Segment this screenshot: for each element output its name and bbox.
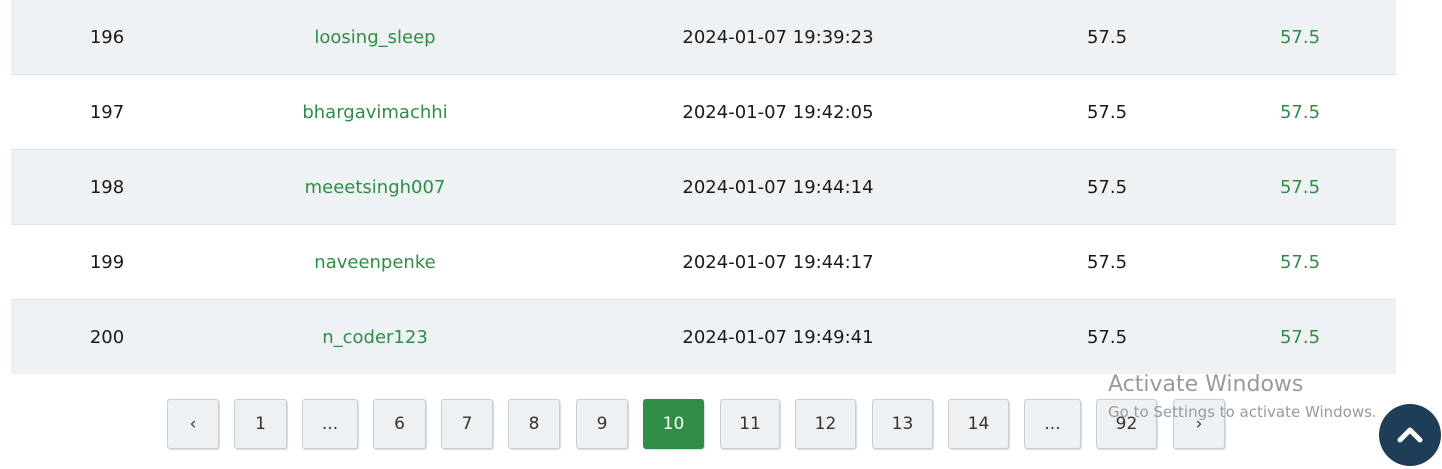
username-link[interactable]: bhargavimachhi xyxy=(255,75,495,149)
submission-time-cell: 2024-01-07 19:42:05 xyxy=(682,101,874,123)
table-row: 200 n_coder123 2024-01-07 19:49:41 57.5 … xyxy=(11,300,1396,374)
prev-page-button[interactable]: ‹ xyxy=(167,399,219,449)
page-button-1[interactable]: 1 xyxy=(234,399,287,449)
page-button-12[interactable]: 12 xyxy=(795,399,856,449)
rank-cell: 200 xyxy=(89,326,125,348)
watermark-title: Activate Windows xyxy=(1108,372,1304,397)
page-button-13[interactable]: 13 xyxy=(872,399,933,449)
total-score-cell: 57.5 xyxy=(1279,101,1321,123)
page-ellipsis[interactable]: ... xyxy=(302,399,358,449)
rank-cell: 199 xyxy=(89,251,125,273)
leaderboard-table: 196 loosing_sleep 2024-01-07 19:39:23 57… xyxy=(11,0,1396,374)
score-cell: 57.5 xyxy=(1086,326,1128,348)
total-score-cell: 57.5 xyxy=(1279,326,1321,348)
submission-time-cell: 2024-01-07 19:49:41 xyxy=(682,326,874,348)
table-row: 199 naveenpenke 2024-01-07 19:44:17 57.5… xyxy=(11,225,1396,300)
table-row: 198 meeetsingh007 2024-01-07 19:44:14 57… xyxy=(11,150,1396,225)
username-link[interactable]: naveenpenke xyxy=(255,225,495,299)
submission-time-cell: 2024-01-07 19:44:17 xyxy=(682,251,874,273)
username-link[interactable]: meeetsingh007 xyxy=(255,150,495,224)
chevron-up-icon xyxy=(1397,427,1423,443)
total-score-cell: 57.5 xyxy=(1279,26,1321,48)
username-link[interactable]: loosing_sleep xyxy=(255,0,495,74)
score-cell: 57.5 xyxy=(1086,101,1128,123)
page-button-6[interactable]: 6 xyxy=(373,399,426,449)
page-ellipsis[interactable]: ... xyxy=(1024,399,1081,449)
submission-time-cell: 2024-01-07 19:44:14 xyxy=(682,176,874,198)
page-button-8[interactable]: 8 xyxy=(508,399,560,449)
page-button-10-active[interactable]: 10 xyxy=(643,399,704,449)
table-row: 197 bhargavimachhi 2024-01-07 19:42:05 5… xyxy=(11,75,1396,150)
username-link[interactable]: n_coder123 xyxy=(255,300,495,374)
scroll-to-top-button[interactable] xyxy=(1379,404,1441,466)
score-cell: 57.5 xyxy=(1086,251,1128,273)
score-cell: 57.5 xyxy=(1086,26,1128,48)
rank-cell: 198 xyxy=(89,176,125,198)
rank-cell: 196 xyxy=(89,26,125,48)
next-page-button[interactable]: › xyxy=(1173,399,1225,449)
rank-cell: 197 xyxy=(89,101,125,123)
page-button-9[interactable]: 9 xyxy=(576,399,628,449)
score-cell: 57.5 xyxy=(1086,176,1128,198)
page-button-7[interactable]: 7 xyxy=(441,399,493,449)
table-row: 196 loosing_sleep 2024-01-07 19:39:23 57… xyxy=(11,0,1396,75)
submission-time-cell: 2024-01-07 19:39:23 xyxy=(682,26,874,48)
total-score-cell: 57.5 xyxy=(1279,176,1321,198)
page-button-14[interactable]: 14 xyxy=(948,399,1009,449)
page-button-11[interactable]: 11 xyxy=(720,399,780,449)
page-button-92[interactable]: 92 xyxy=(1096,399,1157,449)
total-score-cell: 57.5 xyxy=(1279,251,1321,273)
pagination: ‹ 1 ... 6 7 8 9 10 11 12 13 14 ... 92 › xyxy=(0,399,1442,451)
